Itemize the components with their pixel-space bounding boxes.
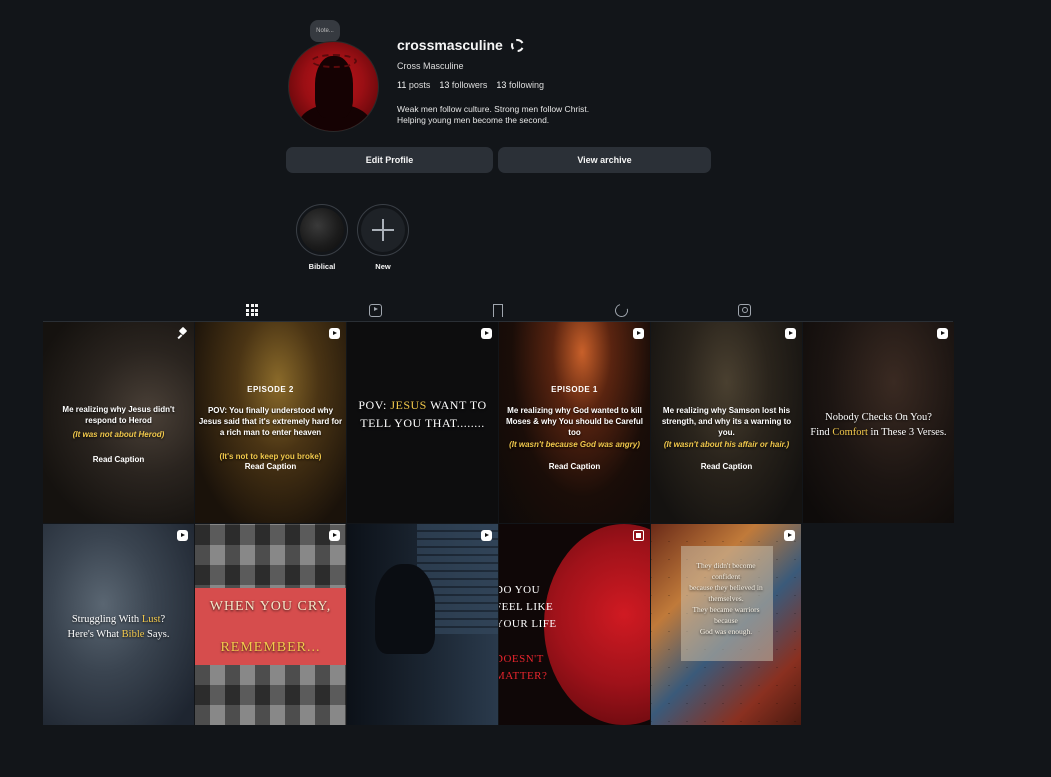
highlight-label: Biblical — [308, 262, 336, 271]
reel-icon — [481, 530, 492, 541]
sitting-man-silhouette — [375, 564, 435, 654]
post-episode: EPISODE 1 — [551, 385, 598, 394]
reel-icon — [785, 328, 796, 339]
post-tile[interactable] — [347, 524, 498, 725]
reel-icon — [481, 328, 492, 339]
highlight-cover — [300, 208, 344, 252]
tab-posts[interactable] — [220, 299, 284, 322]
followers-stat[interactable]: 13 followers — [439, 80, 487, 90]
plus-icon — [372, 219, 394, 241]
profile-avatar[interactable] — [288, 41, 379, 132]
bookmark-icon — [493, 303, 503, 317]
post-tile[interactable]: EPISODE 1 Me realizing why God wanted to… — [499, 322, 650, 523]
tagged-icon — [737, 303, 751, 317]
following-stat[interactable]: 13 following — [496, 80, 544, 90]
post-tile[interactable]: Struggling With Lust? Here's What Bible … — [43, 524, 194, 725]
display-name: Cross Masculine — [397, 61, 464, 71]
bio-line: Weak men follow culture. Strong men foll… — [397, 104, 590, 114]
post-tile[interactable]: Me realizing why Samson lost his strengt… — [651, 322, 802, 523]
tab-tagged[interactable] — [724, 299, 764, 321]
reel-icon — [633, 328, 644, 339]
post-subtext: REMEMBER... — [220, 640, 321, 655]
post-caption-label: Read Caption — [244, 462, 297, 471]
posts-stat: 11 posts — [397, 80, 431, 90]
tab-reposts[interactable] — [601, 299, 641, 321]
post-tile[interactable]: Nobody Checks On You? Find Comfort in Th… — [803, 322, 954, 523]
post-subtext: (It wasn't because God was angry) — [509, 440, 640, 449]
username-row: crossmasculine — [397, 37, 524, 53]
reel-icon — [329, 530, 340, 541]
post-text: POV: JESUS WANT TO TELL YOU THAT........ — [358, 398, 487, 430]
tab-reels[interactable] — [355, 299, 395, 321]
edit-profile-button[interactable]: Edit Profile — [286, 147, 493, 173]
post-text: Nobody Checks On You? Find Comfort in Th… — [810, 412, 947, 438]
post-tile[interactable]: They didn't become confident because the… — [651, 524, 801, 725]
reel-icon — [784, 530, 795, 541]
view-archive-button[interactable]: View archive — [498, 147, 711, 173]
post-text: They didn't become confident because the… — [689, 561, 763, 636]
carousel-icon — [633, 530, 644, 541]
repost-icon — [612, 301, 630, 319]
grid-icon — [246, 304, 258, 316]
highlight-ring — [296, 204, 348, 256]
post-caption-label: Read Caption — [92, 455, 145, 464]
tab-saved[interactable] — [478, 299, 518, 321]
reel-icon — [329, 328, 340, 339]
highlight-new[interactable]: New — [356, 204, 410, 271]
post-tile[interactable]: POV: JESUS WANT TO TELL YOU THAT........ — [347, 322, 498, 523]
post-text: Me realizing why Jesus didn't respond to… — [62, 405, 175, 425]
profile-stats: 11 posts 13 followers 13 following — [397, 80, 544, 90]
bio-line: Helping young men become the second. — [397, 115, 550, 125]
profile-bio: Weak men follow culture. Strong men foll… — [397, 104, 657, 126]
post-tile[interactable]: Me realizing why Jesus didn't respond to… — [43, 322, 194, 523]
post-subtext: (It was not about Herod) — [72, 430, 165, 439]
post-text: DO YOU FEEL LIKE YOUR LIFE DOESN'T MATTE… — [499, 584, 557, 682]
highlight-cover — [361, 208, 405, 252]
reel-icon — [937, 328, 948, 339]
post-text: Me realizing why God wanted to kill Mose… — [505, 406, 644, 437]
gear-icon[interactable] — [510, 38, 524, 52]
username: crossmasculine — [397, 37, 503, 53]
post-caption-label: Read Caption — [700, 462, 753, 471]
red-circle-background — [544, 524, 650, 725]
post-episode: EPISODE 2 — [247, 385, 294, 394]
highlight-label: New — [375, 262, 391, 271]
post-tile[interactable]: WHEN YOU CRY, REMEMBER... — [195, 524, 346, 725]
highlight-biblical[interactable]: Biblical — [295, 204, 349, 271]
reels-icon — [368, 303, 382, 317]
note-bubble[interactable]: Note... — [310, 20, 340, 42]
post-text: Me realizing why Samson lost his strengt… — [661, 406, 792, 437]
post-tile[interactable]: DO YOU FEEL LIKE YOUR LIFE DOESN'T MATTE… — [499, 524, 650, 725]
post-text: POV: You finally understood why Jesus sa… — [198, 406, 343, 437]
post-subtext: (It's not to keep you broke) — [219, 452, 322, 461]
reel-icon — [177, 530, 188, 541]
post-tile[interactable]: EPISODE 2 POV: You finally understood wh… — [195, 322, 346, 523]
post-caption-label: Read Caption — [548, 462, 601, 471]
crown-of-thorns-icon — [311, 54, 357, 68]
post-text: WHEN YOU CRY, — [209, 599, 332, 614]
highlight-ring — [357, 204, 409, 256]
pin-icon — [177, 328, 188, 339]
post-subtext: (It wasn't about his affair or hair.) — [663, 440, 790, 449]
post-text: Struggling With Lust? Here's What Bible … — [67, 614, 170, 640]
